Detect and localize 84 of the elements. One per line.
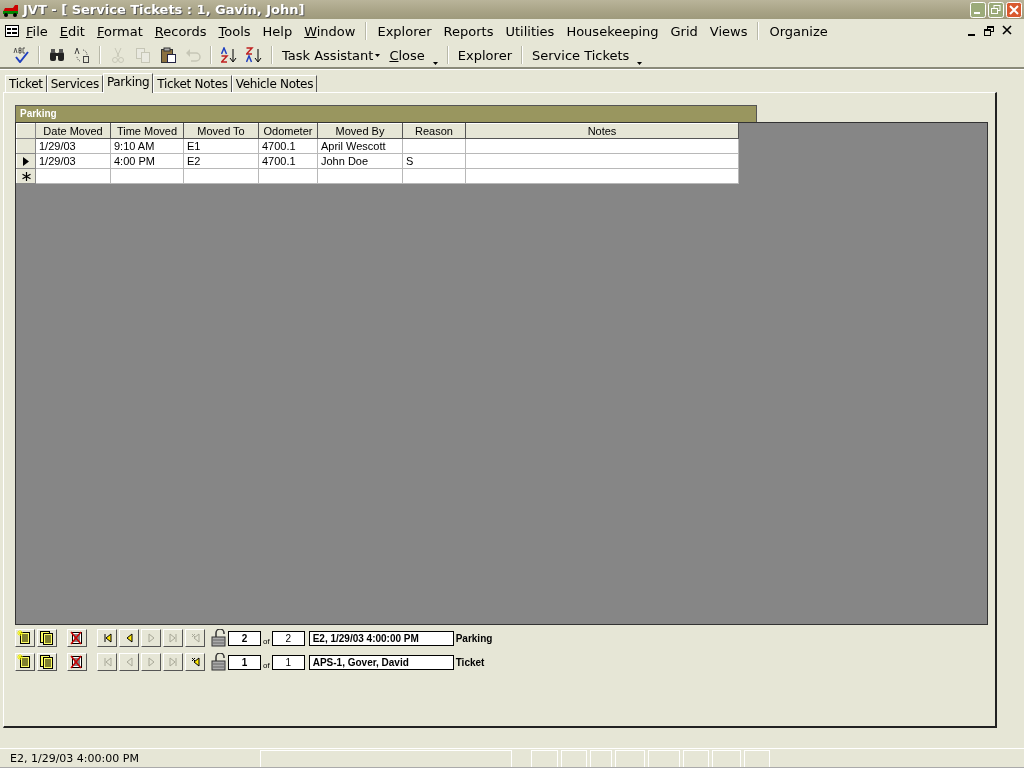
navigation-button[interactable] xyxy=(185,653,205,671)
copy-record-icon xyxy=(39,654,55,670)
new-record-arrow-icon xyxy=(190,657,200,667)
column-header[interactable]: Date Moved xyxy=(35,123,111,139)
last-record-icon xyxy=(168,633,178,643)
sort-ascending-icon[interactable] xyxy=(221,47,237,63)
subform-title: Parking xyxy=(15,105,757,122)
navigator-label: Parking xyxy=(455,632,493,644)
menu-item[interactable]: Edit xyxy=(53,21,91,41)
column-header[interactable]: Moved By xyxy=(317,123,403,139)
previous-record-icon xyxy=(124,657,134,667)
new-record-icon xyxy=(17,630,33,646)
column-header[interactable]: Moved To xyxy=(183,123,259,139)
menu-item[interactable]: Help xyxy=(256,21,299,41)
sort-descending-icon[interactable] xyxy=(246,47,262,63)
navigation-button[interactable] xyxy=(97,629,117,647)
tab[interactable]: Ticket Notes xyxy=(153,75,232,92)
status-text: E2, 1/29/03 4:00:00 PM xyxy=(9,751,140,767)
record-description-field: APS-1, Gover, David xyxy=(308,654,454,670)
new-record-button[interactable] xyxy=(15,653,35,671)
tab[interactable]: Ticket xyxy=(5,75,47,92)
menu-item[interactable]: Tools xyxy=(212,21,257,41)
close-icon[interactable] xyxy=(1002,25,1012,35)
next-record-icon xyxy=(146,657,156,667)
restore-icon[interactable] xyxy=(984,25,994,36)
column-header[interactable]: Notes xyxy=(465,123,739,139)
toolbar-button[interactable]: Close xyxy=(386,45,441,65)
menu-item[interactable]: Format xyxy=(90,21,149,41)
menu-item[interactable]: Explorer xyxy=(371,21,438,41)
new-record-icon xyxy=(17,654,33,670)
of-label: of xyxy=(263,661,270,670)
clipboard-icon[interactable] xyxy=(160,47,176,63)
record-count-field: 2 xyxy=(271,630,305,646)
menu-item[interactable]: File xyxy=(20,21,54,41)
car-icon xyxy=(2,2,19,17)
padlock-icon xyxy=(211,653,226,671)
next-record-icon xyxy=(146,633,156,643)
copy-record-button[interactable] xyxy=(37,653,57,671)
toolbar-button[interactable]: Task Assistant xyxy=(279,45,384,65)
menu-item[interactable]: Views xyxy=(703,21,754,41)
spellcheck-icon[interactable] xyxy=(13,47,29,63)
menu-item[interactable]: Housekeeping xyxy=(560,21,665,41)
column-header[interactable]: Reason xyxy=(402,123,466,139)
of-label: of xyxy=(263,637,270,646)
padlock-icon xyxy=(211,629,226,647)
tab[interactable]: Vehicle Notes xyxy=(231,75,318,92)
asterisk-icon xyxy=(21,171,31,181)
tab[interactable]: Parking xyxy=(102,73,154,93)
delete-record-button[interactable] xyxy=(67,653,87,671)
copy-record-icon xyxy=(39,630,55,646)
navigation-button[interactable] xyxy=(119,629,139,647)
delete-record-icon xyxy=(69,630,85,646)
menu-item[interactable]: Window xyxy=(298,21,362,41)
last-record-icon xyxy=(168,657,178,667)
close-button[interactable] xyxy=(1006,1,1022,18)
tab[interactable]: Services xyxy=(46,75,103,92)
delete-record-icon xyxy=(69,654,85,670)
menu-item[interactable]: Grid xyxy=(664,21,704,41)
record-description-field: E2, 1/29/03 4:00:00 PM xyxy=(308,630,454,646)
delete-record-button[interactable] xyxy=(67,629,87,647)
window-title: JVT - [ Service Tickets : 1, Gavin, John] xyxy=(23,2,306,17)
corner-cell xyxy=(16,123,36,139)
first-record-icon xyxy=(102,633,112,643)
menu-item[interactable]: Organize xyxy=(763,21,834,41)
toolbar-button[interactable]: Service Tickets xyxy=(529,45,646,65)
new-record-arrow-icon xyxy=(190,633,200,643)
previous-record-icon xyxy=(124,633,134,643)
current-row-icon xyxy=(23,156,29,166)
record-number-field[interactable]: 2 xyxy=(228,630,261,646)
new-record-button[interactable] xyxy=(15,629,35,647)
copy-record-button[interactable] xyxy=(37,629,57,647)
menu-item[interactable]: Records xyxy=(148,21,213,41)
column-header[interactable]: Time Moved xyxy=(110,123,184,139)
toolbar-button[interactable]: Explorer xyxy=(454,45,515,65)
menu-item[interactable]: Reports xyxy=(437,21,500,41)
column-header[interactable]: Odometer xyxy=(258,123,318,139)
first-record-icon xyxy=(102,657,112,667)
navigator-label: Ticket xyxy=(455,656,485,668)
menu-item[interactable]: Utilities xyxy=(499,21,561,41)
binoculars-icon[interactable] xyxy=(49,47,65,63)
record-count-field: 1 xyxy=(271,654,305,670)
replace-icon[interactable] xyxy=(74,47,90,63)
record-number-field[interactable]: 1 xyxy=(228,654,261,670)
form-icon[interactable] xyxy=(4,24,20,38)
